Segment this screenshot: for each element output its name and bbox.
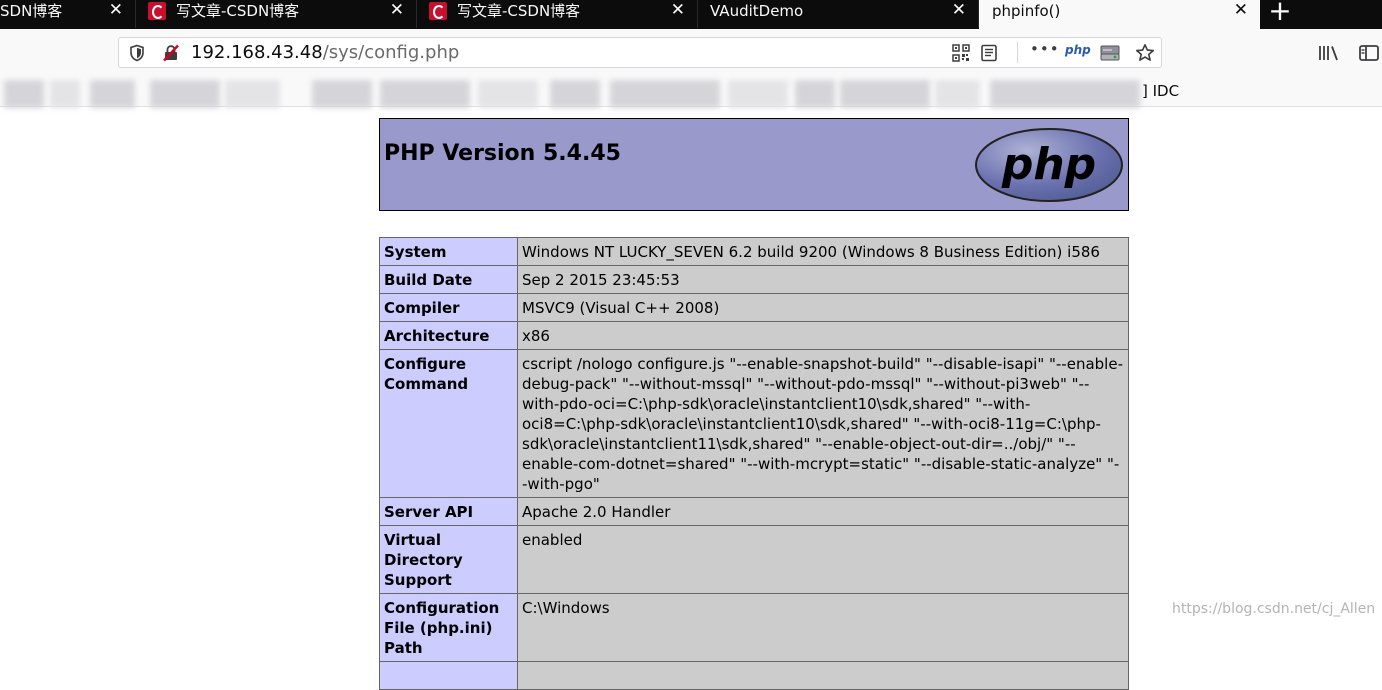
info-row: Virtual Directory Support enabled: [379, 525, 1129, 594]
tab-close-icon[interactable]: ✕: [390, 0, 404, 20]
tab-close-icon[interactable]: ✕: [109, 0, 123, 20]
info-value: cscript /nologo configure.js "--enable-s…: [517, 349, 1129, 498]
url-bar[interactable]: 192.168.43.48/sys/config.php ••• php: [118, 37, 1162, 68]
blurred-bookmark[interactable]: [50, 80, 80, 108]
tab-title: 写文章-CSDN博客: [176, 2, 300, 20]
info-row: Server API Apache 2.0 Handler: [379, 497, 1129, 526]
tab-close-icon[interactable]: ✕: [952, 0, 966, 20]
url-text[interactable]: 192.168.43.48/sys/config.php: [191, 43, 459, 63]
info-key: Configuration File (php.ini) Path: [379, 593, 518, 662]
info-value: Apache 2.0 Handler: [517, 497, 1129, 526]
info-value: Windows NT LUCKY_SEVEN 6.2 build 9200 (W…: [517, 237, 1129, 266]
info-row: [379, 661, 1129, 690]
info-row: Build Date Sep 2 2015 23:45:53: [379, 265, 1129, 294]
tab-title: SDN博客: [0, 2, 63, 20]
bookmarks-toolbar: ] IDC: [0, 76, 1382, 108]
info-row: System Windows NT LUCKY_SEVEN 6.2 build 9…: [379, 237, 1129, 266]
tracking-shield-icon[interactable]: [128, 44, 146, 62]
blurred-bookmark[interactable]: [795, 80, 835, 108]
tab-phpinfo[interactable]: phpinfo() ✕: [979, 0, 1260, 29]
tab-close-icon[interactable]: ✕: [1234, 0, 1248, 20]
php-extension-icon[interactable]: php: [1065, 43, 1091, 57]
blurred-bookmark[interactable]: [90, 80, 135, 108]
blurred-bookmark[interactable]: [990, 80, 1140, 108]
csdn-watermark: https://blog.csdn.net/cj_Allen: [1172, 601, 1376, 617]
php-version-title: PHP Version 5.4.45: [384, 141, 621, 166]
blurred-bookmark[interactable]: [225, 80, 280, 108]
php-info-table: System Windows NT LUCKY_SEVEN 6.2 build 9…: [379, 237, 1129, 690]
info-key: Architecture: [379, 321, 518, 350]
tab-title: VAuditDemo: [710, 2, 804, 20]
page-actions-menu-icon[interactable]: •••: [1030, 40, 1060, 58]
url-host: 192.168.43.48: [191, 42, 323, 63]
info-row: Compiler MSVC9 (Visual C++ 2008): [379, 293, 1129, 322]
blurred-bookmark[interactable]: [312, 80, 372, 108]
csdn-icon: [148, 2, 166, 20]
url-path: /sys/config.php: [322, 42, 460, 63]
tab-csdn-write-1[interactable]: 写文章-CSDN博客 ✕: [136, 0, 417, 28]
new-tab-button[interactable]: +: [1262, 0, 1298, 26]
info-value: C:\Windows: [517, 593, 1129, 662]
php-logo[interactable]: php: [974, 127, 1124, 203]
info-value: x86: [517, 321, 1129, 350]
blurred-bookmark[interactable]: [4, 80, 44, 108]
php-version-header: PHP Version 5.4.45 php: [379, 118, 1129, 211]
info-key: [379, 661, 518, 690]
insecure-lock-icon[interactable]: [162, 44, 180, 62]
tab-vauditdemo[interactable]: VAuditDemo ✕: [698, 0, 979, 28]
reader-view-icon[interactable]: [980, 44, 998, 62]
info-key: Compiler: [379, 293, 518, 322]
server-extension-icon[interactable]: [1099, 43, 1121, 63]
bookmark-star-icon[interactable]: [1135, 43, 1155, 63]
blurred-bookmark[interactable]: [728, 80, 788, 108]
navigation-bar: 192.168.43.48/sys/config.php ••• php: [0, 29, 1382, 76]
info-value: [517, 661, 1129, 690]
info-value: MSVC9 (Visual C++ 2008): [517, 293, 1129, 322]
library-icon[interactable]: [1318, 44, 1340, 62]
info-row: Configuration File (php.ini) Path C:\Wind…: [379, 593, 1129, 662]
info-value: enabled: [517, 525, 1129, 594]
csdn-icon: [429, 2, 447, 20]
blurred-bookmark[interactable]: [935, 80, 980, 108]
bookmark-idc[interactable]: ] IDC: [1142, 82, 1179, 100]
urlbar-separator: [1017, 42, 1018, 63]
qr-code-icon[interactable]: [952, 44, 970, 62]
tab-title: 写文章-CSDN博客: [457, 2, 581, 20]
tab-csdn-write-2[interactable]: 写文章-CSDN博客 ✕: [417, 0, 698, 28]
info-row: Architecture x86: [379, 321, 1129, 350]
info-key: Build Date: [379, 265, 518, 294]
php-logo-text: php: [1001, 139, 1096, 190]
blurred-bookmark[interactable]: [478, 80, 538, 108]
tab-close-icon[interactable]: ✕: [671, 0, 685, 20]
info-key: System: [379, 237, 518, 266]
tab-title: phpinfo(): [992, 2, 1061, 20]
tab-csdn-blog[interactable]: SDN博客 ✕: [0, 0, 136, 28]
blurred-bookmark[interactable]: [550, 80, 600, 108]
info-key: Virtual Directory Support: [379, 525, 518, 594]
blurred-bookmark[interactable]: [610, 80, 720, 108]
tab-strip: SDN博客 ✕ 写文章-CSDN博客 ✕ 写文章-CSDN博客 ✕ VAudit…: [0, 0, 1382, 29]
info-key: Server API: [379, 497, 518, 526]
blurred-bookmark[interactable]: [150, 80, 220, 108]
sidebar-toggle-icon[interactable]: [1358, 44, 1380, 62]
info-row: Configure Command cscript /nologo configu…: [379, 349, 1129, 498]
blurred-bookmark[interactable]: [840, 80, 930, 108]
info-key: Configure Command: [379, 349, 518, 498]
info-value: Sep 2 2015 23:45:53: [517, 265, 1129, 294]
blurred-bookmark[interactable]: [380, 80, 470, 108]
